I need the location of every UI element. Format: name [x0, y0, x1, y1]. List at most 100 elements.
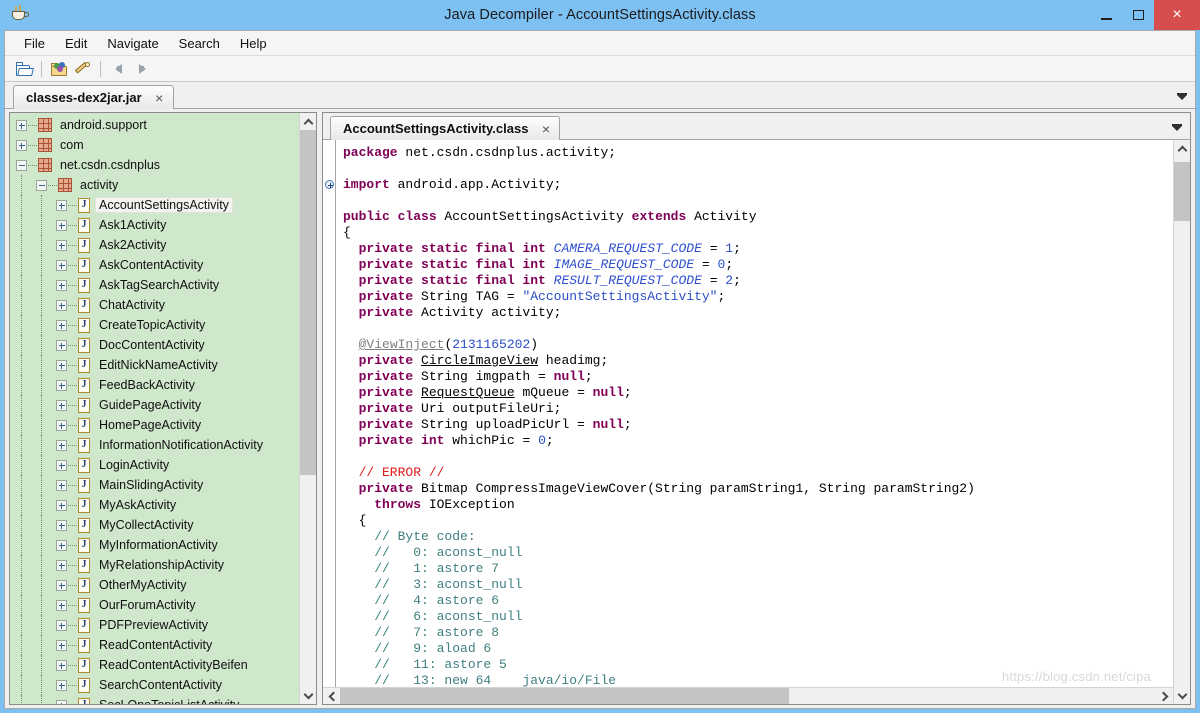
minimize-button[interactable] [1090, 0, 1122, 30]
navigate-back-button[interactable] [106, 58, 130, 80]
menu-help[interactable]: Help [231, 33, 276, 54]
tree-node[interactable]: JMyInformationActivity [10, 535, 299, 555]
tree-node[interactable]: JLoginActivity [10, 455, 299, 475]
tree-node[interactable]: android.support [10, 115, 299, 135]
expand-icon[interactable] [56, 320, 67, 331]
tree-node[interactable]: JFeedBackActivity [10, 375, 299, 395]
expand-icon[interactable] [56, 500, 67, 511]
menu-search[interactable]: Search [170, 33, 229, 54]
tree-scroll-thumb[interactable] [300, 130, 316, 475]
tree-node[interactable]: JReadContentActivityBeifen [10, 655, 299, 675]
source-scroll-up-button[interactable] [1174, 140, 1190, 157]
open-package-button[interactable] [47, 58, 71, 80]
expand-icon[interactable] [56, 540, 67, 551]
tree-node[interactable]: JEditNickNameActivity [10, 355, 299, 375]
collapse-icon[interactable] [16, 160, 27, 171]
close-button[interactable]: × [1154, 0, 1200, 30]
expand-icon[interactable] [56, 280, 67, 291]
source-vscroll-thumb[interactable] [1174, 162, 1190, 220]
jar-tab-classes-dex2jar[interactable]: classes-dex2jar.jar × [13, 85, 174, 109]
tree-vertical-scrollbar[interactable] [299, 113, 316, 704]
expand-icon[interactable] [56, 200, 67, 211]
collapse-icon[interactable] [36, 180, 47, 191]
source-horizontal-scrollbar[interactable] [323, 687, 1173, 704]
tree-node[interactable]: net.csdn.csdnplus [10, 155, 299, 175]
tree-node[interactable]: JOurForumActivity [10, 595, 299, 615]
menu-navigate[interactable]: Navigate [98, 33, 167, 54]
source-vscroll-track[interactable] [1174, 157, 1190, 687]
tree-node[interactable]: JAsk1Activity [10, 215, 299, 235]
tree-connector [68, 405, 77, 406]
tree-node[interactable]: JPDFPreviewActivity [10, 615, 299, 635]
tree-node[interactable]: JChatActivity [10, 295, 299, 315]
code-token: ; [624, 417, 632, 432]
tree-node[interactable]: JMyCollectActivity [10, 515, 299, 535]
tree-node[interactable]: JAsk2Activity [10, 235, 299, 255]
tree-node[interactable]: JMainSlidingActivity [10, 475, 299, 495]
jar-tab-overflow-button[interactable] [1175, 90, 1189, 104]
expand-icon[interactable] [56, 400, 67, 411]
tree-node[interactable]: JHomePageActivity [10, 415, 299, 435]
tree-scroll-track[interactable] [300, 130, 316, 687]
tree-node[interactable]: JSearchContentActivity [10, 675, 299, 695]
tree-node[interactable]: JDocContentActivity [10, 335, 299, 355]
source-scroll-right-button[interactable] [1156, 688, 1173, 704]
tree-guide-line [21, 255, 22, 275]
fold-expand-icon[interactable] [325, 180, 334, 189]
expand-icon[interactable] [56, 620, 67, 631]
expand-icon[interactable] [56, 520, 67, 531]
expand-icon[interactable] [56, 700, 67, 705]
expand-icon[interactable] [56, 380, 67, 391]
expand-icon[interactable] [56, 680, 67, 691]
tree-node[interactable]: com [10, 135, 299, 155]
expand-icon[interactable] [56, 420, 67, 431]
expand-icon[interactable] [56, 640, 67, 651]
expand-icon[interactable] [56, 300, 67, 311]
tree-node[interactable]: JGuidePageActivity [10, 395, 299, 415]
source-tab-accountsettingsactivity[interactable]: AccountSettingsActivity.class × [330, 116, 560, 140]
tree-node[interactable]: JMyAskActivity [10, 495, 299, 515]
preferences-button[interactable] [71, 58, 95, 80]
source-scroll-left-button[interactable] [323, 688, 340, 704]
expand-icon[interactable] [56, 240, 67, 251]
expand-icon[interactable] [56, 660, 67, 671]
source-hscroll-track[interactable] [340, 688, 1156, 704]
source-vertical-scrollbar[interactable] [1173, 140, 1190, 704]
tree-node[interactable]: activity [10, 175, 299, 195]
expand-icon[interactable] [56, 600, 67, 611]
expand-icon[interactable] [56, 480, 67, 491]
expand-icon[interactable] [16, 120, 27, 131]
tree-scroll-up-button[interactable] [300, 113, 316, 130]
expand-icon[interactable] [56, 340, 67, 351]
menu-edit[interactable]: Edit [56, 33, 96, 54]
jar-tab-close-icon[interactable]: × [153, 91, 166, 105]
expand-icon[interactable] [56, 560, 67, 571]
tree-node[interactable]: JMyRelationshipActivity [10, 555, 299, 575]
tree-node[interactable]: JInformationNotificationActivity [10, 435, 299, 455]
expand-icon[interactable] [56, 360, 67, 371]
tree-scroll-down-button[interactable] [300, 687, 316, 704]
expand-icon[interactable] [56, 460, 67, 471]
tree-node[interactable]: JAskTagSearchActivity [10, 275, 299, 295]
menu-file[interactable]: File [15, 33, 54, 54]
expand-icon[interactable] [56, 260, 67, 271]
expand-icon[interactable] [56, 580, 67, 591]
expand-icon[interactable] [56, 220, 67, 231]
tree-node[interactable]: JCreateTopicActivity [10, 315, 299, 335]
expand-icon[interactable] [56, 440, 67, 451]
open-file-button[interactable] [12, 58, 36, 80]
source-tab-close-icon[interactable]: × [539, 122, 552, 136]
maximize-button[interactable] [1122, 0, 1154, 30]
source-tab-overflow-button[interactable] [1170, 121, 1184, 135]
source-scroll-down-button[interactable] [1174, 687, 1190, 704]
tree-node[interactable]: JAskContentActivity [10, 255, 299, 275]
expand-icon[interactable] [16, 140, 27, 151]
tree-node[interactable]: JAccountSettingsActivity [10, 195, 299, 215]
navigate-forward-button[interactable] [130, 58, 154, 80]
tree-node[interactable]: JOtherMyActivity [10, 575, 299, 595]
source-code-text[interactable]: package net.csdn.csdnplus.activity; impo… [336, 140, 1173, 687]
code-folding-gutter[interactable] [323, 140, 336, 687]
source-hscroll-thumb[interactable] [340, 688, 789, 704]
tree-node[interactable]: JReadContentActivity [10, 635, 299, 655]
tree-node[interactable]: JSecLOneTopicListActivity [10, 695, 299, 704]
